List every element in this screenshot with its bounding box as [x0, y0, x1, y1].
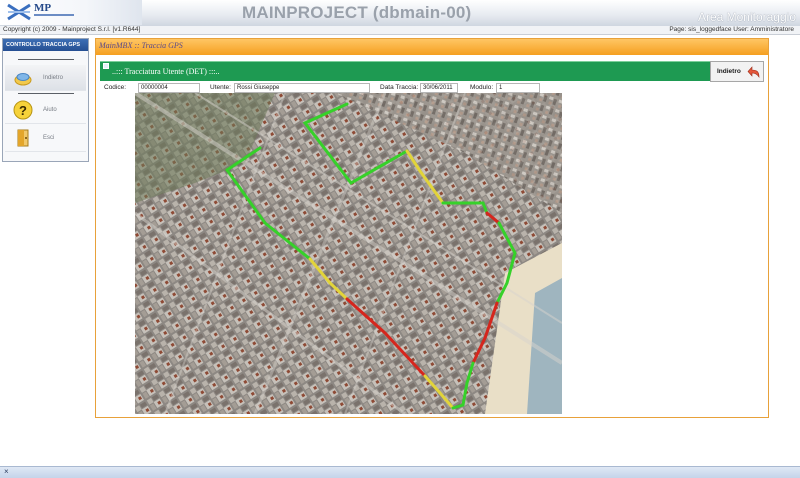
folder-icon [14, 72, 32, 85]
modulo-label: Modulo: [470, 84, 494, 91]
svg-text:?: ? [19, 103, 27, 118]
sidebar-item-indietro[interactable]: Indietro [5, 65, 86, 91]
detail-title: ..::: Tracciatura Utente (DET) :::.. [112, 67, 220, 76]
app-header: MP MAINPROJECT (dbmain-00) Area Monitora… [0, 0, 800, 26]
codice-label: Codice: [104, 84, 127, 91]
codice-field[interactable]: 00000004 [138, 83, 200, 93]
main-title: MainMBX :: Traccia GPS [99, 41, 183, 50]
user-info-text: Page: sis_loggedface User: Amministrator… [669, 26, 794, 33]
logo: MP [0, 0, 142, 25]
utente-field[interactable]: Rossi Giuseppe [234, 83, 370, 93]
app-title: MAINPROJECT (dbmain-00) [242, 3, 472, 22]
sidebar-item-label: Aiuto [43, 106, 57, 113]
utente-label: Utente: [210, 84, 231, 91]
info-bar: Copyright (c) 2009 - Mainproject S.r.l. … [0, 26, 800, 35]
status-bar: × [0, 466, 800, 478]
close-icon[interactable]: × [4, 467, 9, 476]
sidebar-item-aiuto[interactable]: ? Aiuto [5, 96, 86, 124]
page: MP MAINPROJECT (dbmain-00) Area Monitora… [0, 0, 800, 478]
exit-door-icon [17, 129, 29, 146]
logo-text: MP [34, 2, 52, 14]
main-panel: MainMBX :: Traccia GPS ..::: Tracciatura… [95, 38, 769, 418]
sidebar-separator [17, 93, 74, 94]
map-canvas [135, 93, 562, 414]
back-arrow-icon [747, 65, 760, 78]
sidebar: CONTROLLO TRACCIA GPS Indietro ? Aiuto E… [2, 38, 89, 162]
data-traccia-label: Data Traccia: [380, 84, 419, 91]
sidebar-separator [17, 59, 74, 60]
copyright-text: Copyright (c) 2009 - Mainproject S.r.l. … [3, 26, 141, 33]
modulo-field[interactable]: 1 [496, 83, 540, 93]
satellite-map[interactable] [135, 93, 562, 414]
sidebar-item-esci[interactable]: Esci [5, 124, 86, 152]
data-traccia-field[interactable]: 30/06/2011 [420, 83, 458, 93]
logo-underline [34, 14, 74, 16]
back-button-label: Indietro [717, 68, 741, 75]
sidebar-item-label: Esci [43, 134, 55, 141]
back-button[interactable]: Indietro [710, 61, 764, 82]
minimize-icon[interactable] [103, 63, 109, 69]
main-header: MainMBX :: Traccia GPS [96, 39, 768, 55]
area-title: Area Monitoraggio [697, 10, 796, 24]
logo-mark-icon [7, 3, 31, 21]
sidebar-title: CONTROLLO TRACCIA GPS [3, 39, 88, 51]
sidebar-item-label: Indietro [43, 74, 64, 81]
help-icon: ? [13, 100, 33, 119]
detail-header: ..::: Tracciatura Utente (DET) :::.. Ind… [100, 61, 764, 82]
